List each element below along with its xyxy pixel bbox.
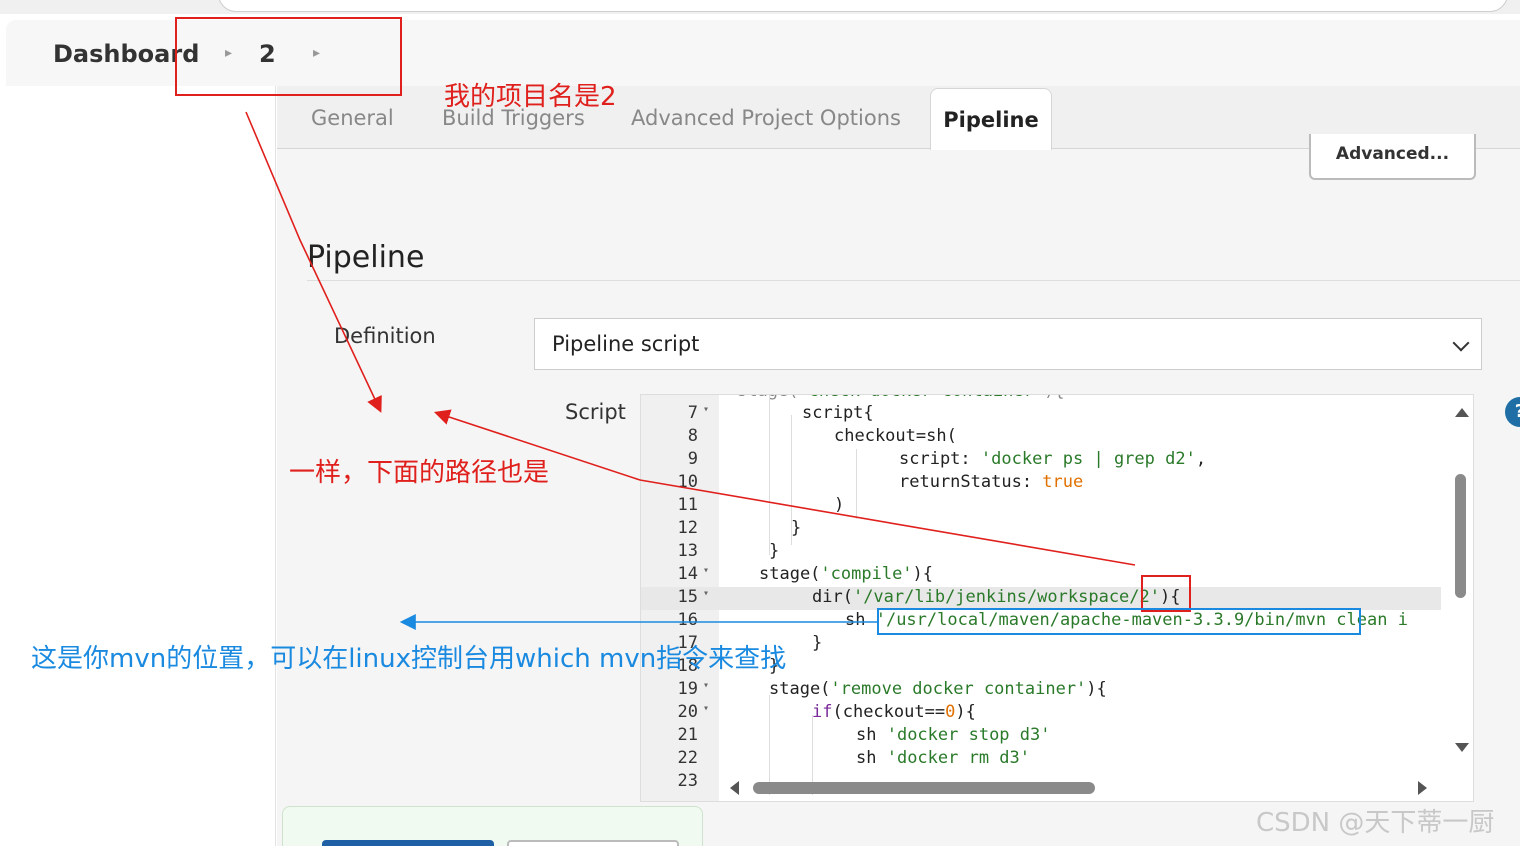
same-path-note: 一样，下面的路径也是	[289, 458, 550, 488]
watermark: CSDN @天下蒂一厨	[1256, 808, 1495, 838]
project-name-note: 我的项目名是2	[444, 82, 617, 112]
annotation-arrows	[245, 111, 1136, 630]
mvn-location-note: 这是你mvn的位置，可以在linux控制台用which mvn指令来查找	[31, 644, 787, 674]
